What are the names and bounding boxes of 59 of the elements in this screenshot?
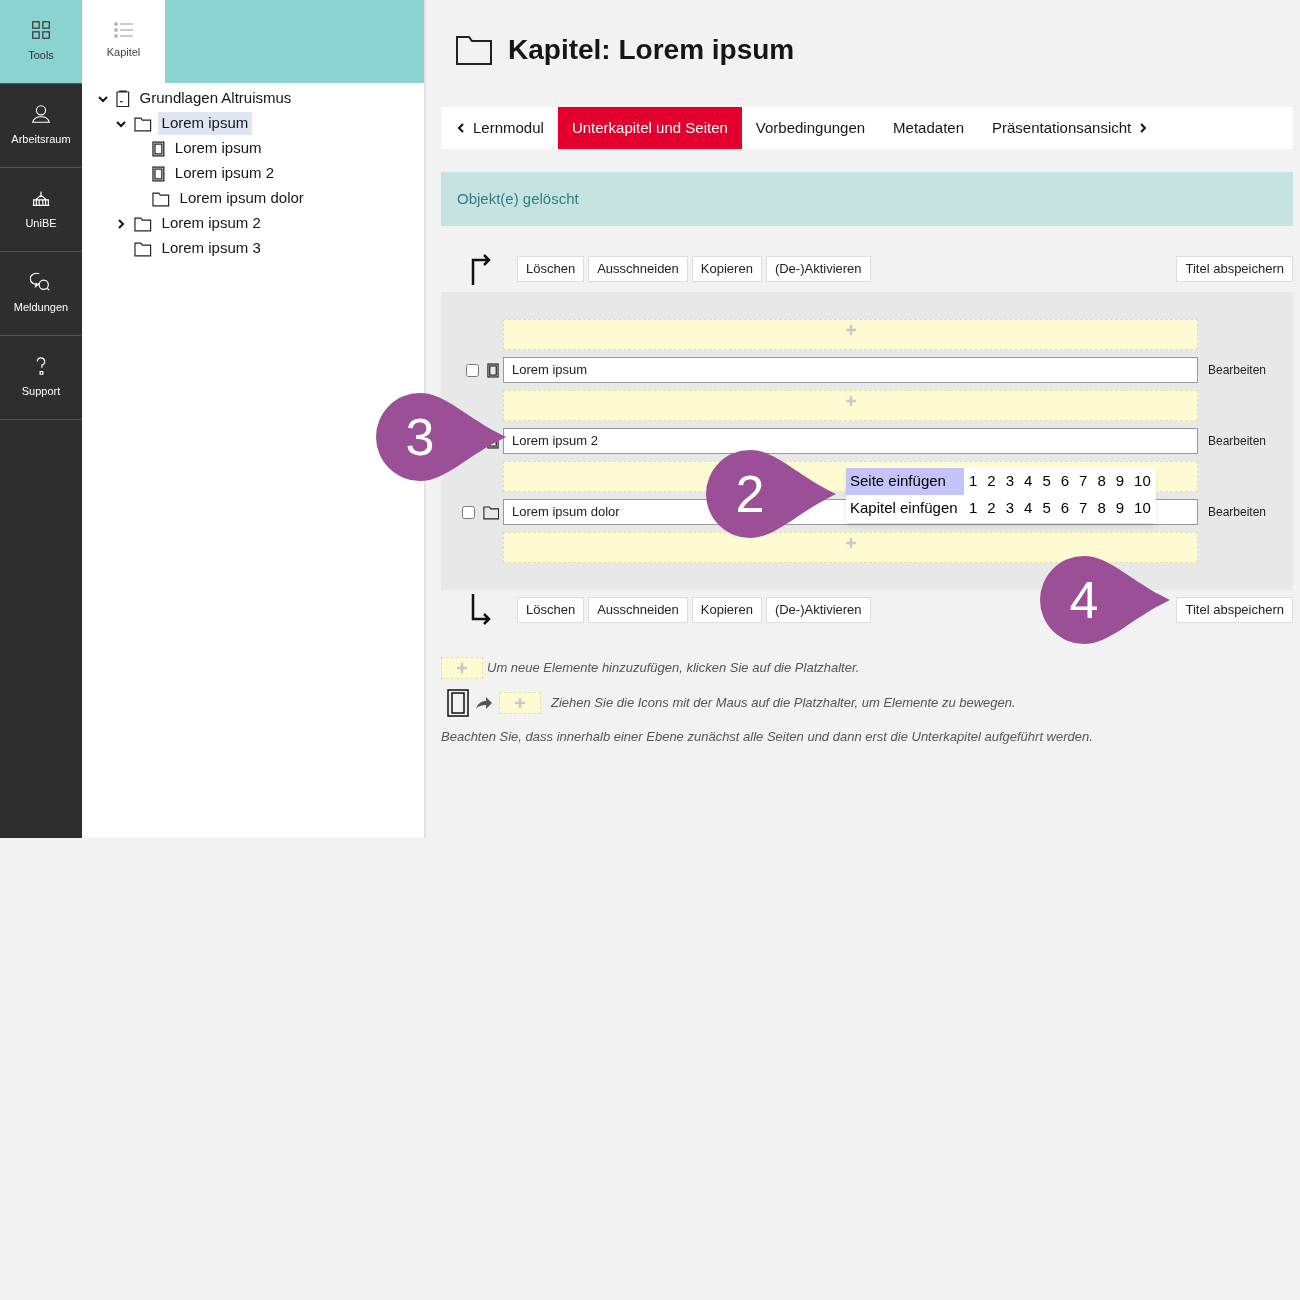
position-link[interactable]: 8 — [1092, 497, 1111, 520]
title-input[interactable]: Lorem ipsum — [503, 357, 1198, 383]
toolbar-button[interactable]: Löschen — [517, 597, 585, 623]
panel-tab[interactable]: Kapitel — [82, 0, 165, 83]
save-title-button[interactable]: Titel abspeichern — [1176, 597, 1293, 623]
position-link[interactable]: 8 — [1092, 470, 1111, 493]
menu-item[interactable]: Seite einfügen — [846, 468, 964, 495]
position-link[interactable]: 3 — [1000, 470, 1020, 493]
position-link[interactable]: 5 — [1037, 497, 1056, 520]
toolbar-button[interactable]: Löschen — [517, 256, 585, 282]
position-link[interactable]: 4 — [1019, 497, 1038, 520]
toolbar-button[interactable]: (De-)Aktivieren — [765, 256, 871, 282]
callout-badge: 2 — [706, 450, 836, 538]
save-title-button[interactable]: Titel abspeichern — [1176, 256, 1293, 282]
edit-link[interactable]: Bearbeiten — [1198, 361, 1293, 379]
toolbar-button[interactable]: Kopieren — [691, 597, 762, 623]
hint-text: Beachten Sie, dass innerhalb einer Ebene zunächst alle Seiten und dann erst die Unterkapitel aufgeführt werden. — [441, 728, 1094, 746]
position-link[interactable]: 2 — [982, 470, 1001, 493]
position-link[interactable]: 9 — [1110, 470, 1130, 493]
tree-item[interactable]: Lorem ipsum 2 — [170, 162, 278, 185]
toolbar-button[interactable]: Ausschneiden — [588, 256, 688, 282]
position-link[interactable]: 1 — [964, 470, 983, 493]
position-link[interactable]: 10 — [1129, 470, 1156, 493]
position-link[interactable]: 4 — [1019, 470, 1038, 493]
nav-tab[interactable]: Metadaten — [879, 107, 978, 149]
position-link[interactable]: 6 — [1055, 470, 1075, 493]
position-link[interactable]: 5 — [1037, 470, 1056, 493]
position-link[interactable]: 7 — [1074, 470, 1093, 493]
tree-item[interactable]: Lorem ipsum dolor — [175, 187, 308, 210]
position-link[interactable]: 3 — [1000, 497, 1020, 520]
nav-tab[interactable]: Unterkapitel und Seiten — [557, 107, 742, 149]
rail-item[interactable]: Tools — [0, 0, 82, 84]
nav-tab[interactable]: Präsentationsansicht — [978, 107, 1164, 149]
position-link[interactable]: 1 — [964, 497, 983, 520]
menu-item[interactable]: Kapitel einfügen — [846, 495, 964, 522]
success-message: Objekt(e) gelöscht — [441, 172, 1293, 226]
hint-text: Ziehen Sie die Icons mit der Maus auf die Platzhalter, um Elemente zu bewegen. — [551, 694, 1016, 713]
position-link[interactable]: 9 — [1110, 497, 1130, 520]
edit-link[interactable]: Bearbeiten — [1198, 432, 1293, 450]
tree-item[interactable]: Lorem ipsum — [157, 112, 253, 135]
callout-badge: 4 — [1040, 556, 1170, 644]
position-link[interactable]: 10 — [1129, 497, 1156, 520]
title-input[interactable]: Lorem ipsum 2 — [503, 428, 1198, 454]
page-title: Kapitel: Lorem ipsum — [508, 33, 795, 67]
position-link[interactable]: 2 — [982, 497, 1001, 520]
position-link[interactable]: 7 — [1074, 497, 1093, 520]
nav-tab[interactable]: Vorbedingungen — [741, 107, 880, 149]
tree-item[interactable]: Lorem ipsum 3 — [157, 237, 265, 260]
tree-item[interactable]: Lorem ipsum 2 — [157, 212, 265, 235]
toolbar-button[interactable]: (De-)Aktivieren — [765, 597, 871, 623]
hint-text: Um neue Elemente hinzuzufügen, klicken Sie auf die Platzhalter. — [487, 659, 860, 678]
tree-item[interactable]: Lorem ipsum — [170, 137, 266, 160]
position-link[interactable]: 6 — [1055, 497, 1075, 520]
callout-badge: 3 — [376, 393, 506, 481]
tree-item[interactable]: Grundlagen Altruismus — [135, 87, 296, 110]
toolbar-button[interactable]: Ausschneiden — [588, 597, 688, 623]
toolbar-button[interactable]: Kopieren — [691, 256, 762, 282]
edit-link[interactable]: Bearbeiten — [1198, 503, 1293, 521]
nav-tab[interactable]: Lernmodul — [441, 107, 558, 149]
